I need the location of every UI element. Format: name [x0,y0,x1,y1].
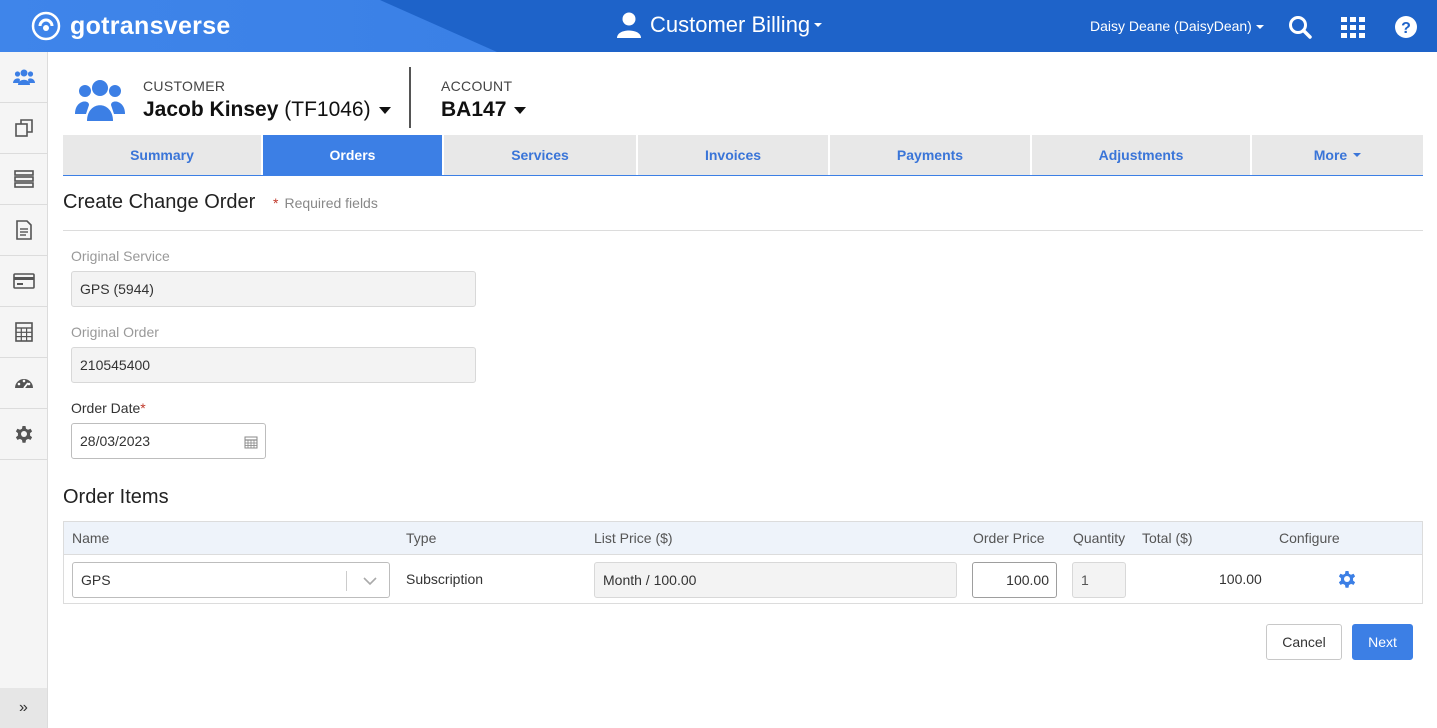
column-header-list-price: List Price ($) [594,530,673,546]
chevron-down-icon [378,106,391,114]
server-icon [13,170,34,188]
sidebar-item-dashboard[interactable] [0,358,47,409]
tab-label: Orders [329,147,376,163]
item-type: Subscription [406,571,484,587]
credit-card-icon [12,273,35,289]
column-header-quantity: Quantity [1073,530,1126,546]
tab-payments[interactable]: Payments [830,135,1032,175]
page-title: Create Change Order [63,191,256,213]
calculator-icon [14,322,33,342]
logo-icon [31,11,61,41]
sidebar-item-settings[interactable] [0,409,47,460]
tab-label: Payments [896,147,964,163]
search-icon[interactable] [1287,14,1313,40]
logo[interactable]: gotransverse [30,10,231,42]
column-header-total: Total ($) [1142,530,1193,546]
original-service-label: Original Service [71,248,170,264]
tab-summary[interactable]: Summary [63,135,263,175]
item-order-price-input[interactable]: 100.00 [972,562,1057,598]
calendar-icon[interactable] [244,435,258,449]
copy-icon [14,119,33,137]
logo-text: gotransverse [70,11,231,40]
chevron-down-icon [363,577,377,586]
cancel-button[interactable]: Cancel [1266,624,1342,660]
table-header: Name Type List Price ($) Order Price Qua… [64,522,1422,555]
dashboard-icon [14,379,33,389]
tab-services[interactable]: Services [444,135,638,175]
order-date-label: Order Date* [71,400,146,416]
sidebar-item-customers[interactable] [0,52,47,103]
help-icon[interactable]: ? [1393,14,1419,40]
header-divider [409,67,411,128]
chevron-down-icon [1255,25,1264,30]
customers-icon [12,69,35,85]
document-icon [15,220,32,240]
order-items-table: Name Type List Price ($) Order Price Qua… [63,521,1423,604]
item-name-value: GPS [81,572,111,588]
top-bar: gotransverse Customer Billing Daisy Dean… [0,0,1437,52]
column-header-name: Name [72,530,110,546]
order-date-value: 28/03/2023 [80,433,151,449]
item-quantity-field: 1 [1072,562,1126,598]
sidebar-item-copy[interactable] [0,103,47,154]
account-label: ACCOUNT [441,78,513,94]
app-switcher[interactable]: Customer Billing [616,11,823,39]
required-note-text: Required fields [284,195,378,211]
column-header-type: Type [406,530,437,546]
tab-orders[interactable]: Orders [263,135,444,175]
tab-label: Services [511,147,569,163]
tab-label: More [1313,147,1348,163]
sidebar-item-calculator[interactable] [0,307,47,358]
customer-name: Jacob Kinsey [143,98,279,121]
item-name-select[interactable]: GPS [72,562,390,598]
item-list-price-field: Month / 100.00 [594,562,957,598]
sidebar-expand-button[interactable]: » [0,688,47,728]
customer-group-icon [75,80,125,121]
chevron-down-icon [814,23,823,27]
tab-bar: Summary Orders Services Invoices Payment… [63,135,1423,176]
select-divider [346,571,347,591]
tab-adjustments[interactable]: Adjustments [1032,135,1252,175]
sidebar-item-payments[interactable] [0,256,47,307]
item-total: 100.00 [1219,571,1262,587]
account-id: BA147 [441,98,507,121]
tab-invoices[interactable]: Invoices [638,135,830,175]
order-date-input[interactable]: 28/03/2023 [71,423,266,459]
column-header-order-price: Order Price [973,530,1045,546]
tab-label: Summary [130,147,194,163]
account-selector[interactable]: BA147 [441,98,527,122]
configure-gear-icon[interactable] [1336,568,1358,590]
chevron-down-icon [1353,153,1362,157]
column-header-configure: Configure [1279,530,1340,546]
customer-label: CUSTOMER [143,78,226,94]
user-menu[interactable]: Daisy Deane (DaisyDean) [1090,18,1264,34]
sidebar-item-servers[interactable] [0,154,47,205]
chevron-down-icon [514,106,527,114]
tab-label: Adjustments [1098,147,1184,163]
sidebar-item-documents[interactable] [0,205,47,256]
next-button[interactable]: Next [1352,624,1413,660]
original-service-field: GPS (5944) [71,271,476,307]
customer-selector[interactable]: Jacob Kinsey (TF1046) [143,98,391,122]
user-name: Daisy Deane (DaisyDean) [1090,18,1252,34]
tab-label: Invoices [704,147,762,163]
left-sidebar: » [0,52,48,728]
user-icon [617,12,641,38]
order-items-title: Order Items [63,486,169,508]
original-order-label: Original Order [71,324,159,340]
customer-id: (TF1046) [284,98,371,121]
app-title: Customer Billing [650,12,811,37]
svg-text:?: ? [1401,20,1411,37]
original-order-field: 210545400 [71,347,476,383]
gear-icon [15,426,32,443]
tab-more[interactable]: More [1252,135,1423,175]
apps-grid-icon[interactable] [1340,14,1366,40]
divider [63,230,1423,231]
order-date-label-text: Order Date [71,400,141,416]
required-fields-note: * Required fields [273,195,378,211]
